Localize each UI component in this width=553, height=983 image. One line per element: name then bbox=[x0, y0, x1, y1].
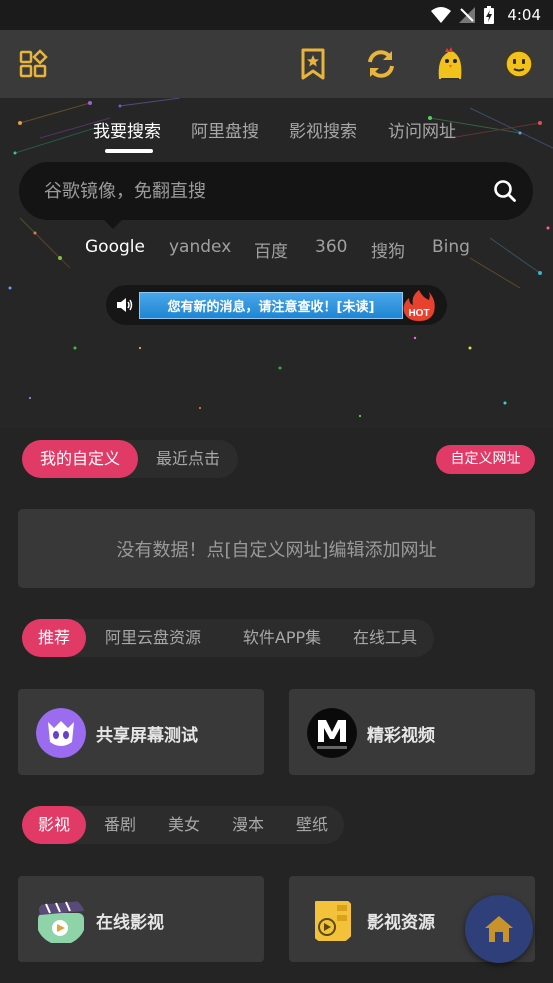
engine-yandex[interactable]: yandex bbox=[169, 237, 231, 257]
engine-bing[interactable]: Bing bbox=[432, 237, 470, 257]
film-reel-icon bbox=[307, 895, 357, 945]
svg-text:HOT: HOT bbox=[408, 308, 429, 319]
status-time: 4:04 bbox=[507, 6, 541, 24]
search-icon[interactable] bbox=[493, 179, 517, 203]
engine-sogou[interactable]: 搜狗 bbox=[371, 237, 405, 262]
card-share-screen[interactable]: 共享屏幕测试 bbox=[18, 689, 264, 775]
hot-badge-icon: HOT bbox=[403, 290, 435, 321]
tab-aliyun-resources[interactable]: 阿里云盘资源 bbox=[92, 619, 214, 657]
app-bar bbox=[0, 30, 553, 98]
video-tabs: 影视 番剧 美女 漫本 壁纸 bbox=[22, 806, 344, 844]
battery-charging-icon bbox=[484, 6, 495, 24]
particle-network-background bbox=[8, 98, 553, 417]
tab-aliyun-search[interactable]: 阿里盘搜 bbox=[191, 117, 259, 142]
home-fab[interactable] bbox=[465, 895, 533, 963]
smiley-icon[interactable] bbox=[499, 44, 539, 84]
active-tab-indicator bbox=[105, 149, 153, 153]
search-hero bbox=[0, 98, 553, 428]
tab-recent-clicks[interactable]: 最近点击 bbox=[138, 440, 238, 478]
clapperboard-play-icon bbox=[36, 895, 86, 945]
card-title: 在线影视 bbox=[96, 913, 164, 933]
notice-message: 您有新的消息，请注意查收！[未读] bbox=[139, 292, 403, 319]
no-signal-icon bbox=[459, 7, 476, 23]
speaker-icon bbox=[117, 298, 133, 312]
purple-mascot-icon bbox=[36, 708, 86, 758]
empty-state: 没有数据！点[自定义网址]编辑添加网址 bbox=[18, 509, 535, 588]
bookmark-star-icon[interactable] bbox=[293, 44, 333, 84]
engine-baidu[interactable]: 百度 bbox=[254, 237, 288, 262]
tab-comics[interactable]: 漫本 bbox=[220, 806, 276, 844]
tab-beauty[interactable]: 美女 bbox=[156, 806, 212, 844]
wifi-icon bbox=[431, 7, 452, 23]
chicken-avatar-icon[interactable] bbox=[430, 44, 470, 84]
tab-anime[interactable]: 番剧 bbox=[92, 806, 148, 844]
search-pointer bbox=[104, 220, 122, 229]
custom-tabs: 我的自定义 最近点击 bbox=[22, 440, 238, 478]
grid-menu-icon[interactable] bbox=[14, 44, 54, 84]
tab-online-tools[interactable]: 在线工具 bbox=[340, 619, 430, 657]
notice-bar[interactable]: 您有新的消息，请注意查收！[未读] HOT bbox=[106, 285, 447, 325]
card-featured-video[interactable]: 精彩视频 bbox=[289, 689, 535, 775]
home-icon bbox=[485, 916, 513, 942]
status-bar: 4:04 bbox=[0, 0, 553, 30]
card-online-movies[interactable]: 在线影视 bbox=[18, 876, 264, 962]
card-title: 精彩视频 bbox=[367, 726, 435, 746]
tab-software-apps[interactable]: 软件APP集 bbox=[225, 619, 339, 657]
recommend-tabs: 推荐 阿里云盘资源 软件APP集 在线工具 bbox=[22, 619, 434, 657]
tab-recommend[interactable]: 推荐 bbox=[22, 619, 86, 657]
search-box bbox=[19, 162, 533, 220]
engine-google[interactable]: Google bbox=[85, 237, 145, 257]
refresh-icon[interactable] bbox=[361, 44, 401, 84]
tab-wallpapers[interactable]: 壁纸 bbox=[284, 806, 340, 844]
m-logo-icon bbox=[307, 708, 357, 758]
tab-movies[interactable]: 影视 bbox=[22, 806, 86, 844]
search-input[interactable] bbox=[44, 180, 464, 202]
engine-360[interactable]: 360 bbox=[315, 237, 347, 257]
card-title: 共享屏幕测试 bbox=[96, 726, 198, 746]
card-title: 影视资源 bbox=[367, 913, 435, 933]
tab-visit-url[interactable]: 访问网址 bbox=[388, 117, 456, 142]
custom-url-button[interactable]: 自定义网址 bbox=[436, 445, 535, 474]
tab-search[interactable]: 我要搜索 bbox=[93, 117, 161, 142]
tab-video-search[interactable]: 影视搜索 bbox=[289, 117, 357, 142]
tab-my-custom[interactable]: 我的自定义 bbox=[22, 440, 138, 478]
